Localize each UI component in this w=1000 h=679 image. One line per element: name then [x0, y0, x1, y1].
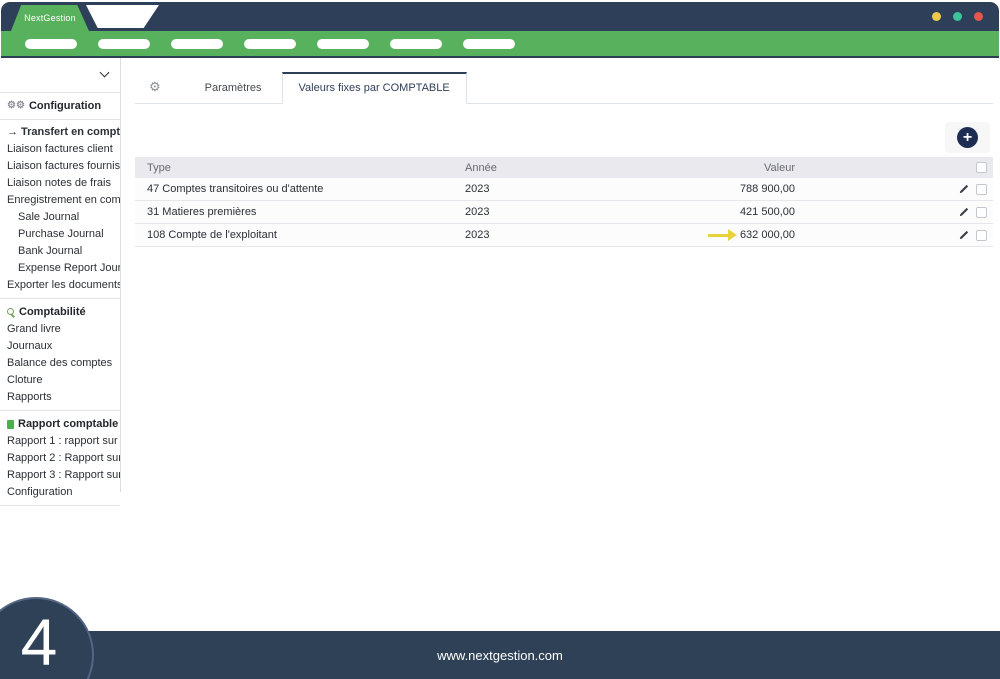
sidebar-item-purchase-journal[interactable]: Purchase Journal	[0, 226, 120, 243]
cell-valeur: 421 500,00	[665, 206, 795, 218]
nav-pill[interactable]	[25, 39, 77, 49]
table-row: 47 Comptes transitoires ou d'attente2023…	[135, 178, 993, 201]
add-button-area: +	[945, 122, 990, 153]
sidebar-section-configuration: ⚙⚙ Configuration	[0, 97, 120, 115]
footer-bar: www.nextgestion.com	[0, 631, 1000, 679]
sidebar: ⚙⚙Configuration→Transfert en compta...Li…	[0, 58, 121, 492]
title-bar: NextGestion	[1, 2, 999, 31]
sidebar-item-configuration[interactable]: Configuration	[0, 484, 120, 501]
maximize-dot[interactable]	[953, 12, 962, 21]
nav-pill[interactable]	[171, 39, 223, 49]
sidebar-section-label: Comptabilité	[19, 306, 86, 318]
sidebar-item-rapports[interactable]: Rapports	[0, 389, 120, 406]
gear-icon[interactable]: ⚙	[135, 79, 185, 103]
cell-annee: 2023	[465, 183, 665, 195]
document-icon	[7, 420, 14, 429]
toolbar: +	[135, 122, 993, 153]
sidebar-section-rapport-comptable: Rapport comptable	[0, 415, 120, 433]
gears-icon: ⚙⚙	[7, 101, 25, 111]
column-header-valeur: Valeur	[665, 162, 795, 174]
cell-valeur: 632 000,00	[665, 229, 795, 241]
table-header: Type Année Valeur	[135, 157, 993, 178]
divider	[0, 119, 120, 120]
sidebar-item-transfert-en-compta[interactable]: →Transfert en compta...	[0, 124, 120, 141]
page-number-badge: 4	[0, 597, 94, 679]
tab-valeurs-fixes[interactable]: Valeurs fixes par COMPTABLE	[282, 72, 467, 104]
sidebar-section-comptabilit-: Comptabilité	[0, 303, 120, 321]
cell-actions	[795, 207, 993, 218]
values-table: Type Année Valeur 47 Comptes transitoire…	[135, 157, 993, 247]
tab-strip: ⚙ Paramètres Valeurs fixes par COMPTABLE	[135, 68, 993, 104]
sidebar-item-liaison-factures-fournisseur[interactable]: Liaison factures fournisseur	[0, 158, 120, 175]
sidebar-item-balance-des-comptes[interactable]: Balance des comptes	[0, 355, 120, 372]
close-dot[interactable]	[974, 12, 983, 21]
sidebar-menu: ⚙⚙Configuration→Transfert en compta...Li…	[0, 97, 120, 506]
sidebar-item-bank-journal[interactable]: Bank Journal	[0, 243, 120, 260]
nav-pill[interactable]	[244, 39, 296, 49]
arrow-right-icon: →	[7, 126, 18, 138]
divider	[0, 410, 120, 411]
sidebar-item-sale-journal[interactable]: Sale Journal	[0, 209, 120, 226]
select-all-checkbox[interactable]	[976, 162, 987, 173]
sidebar-item-rapport-3-rapport-sur-l[interactable]: Rapport 3 : Rapport sur l...	[0, 467, 120, 484]
cell-type: 31 Matieres premières	[135, 206, 465, 218]
sidebar-collapse	[0, 62, 120, 88]
secondary-tab-shape	[86, 5, 159, 28]
brand-label: NextGestion	[24, 13, 76, 23]
row-checkbox[interactable]	[976, 184, 987, 195]
divider	[0, 505, 120, 506]
minimize-dot[interactable]	[932, 12, 941, 21]
sidebar-item-rapport-2-rapport-sur-l[interactable]: Rapport 2 : Rapport sur l...	[0, 450, 120, 467]
sidebar-item-exporter-les-documents-s[interactable]: Exporter les documents s...	[0, 277, 120, 294]
column-header-annee: Année	[465, 162, 665, 174]
page-number: 4	[21, 604, 58, 679]
nav-pill[interactable]	[317, 39, 369, 49]
nav-pill[interactable]	[463, 39, 515, 49]
highlight-arrow-icon	[708, 234, 728, 237]
nav-pill[interactable]	[390, 39, 442, 49]
cell-annee: 2023	[465, 229, 665, 241]
cell-annee: 2023	[465, 206, 665, 218]
tab-parametres[interactable]: Paramètres	[185, 73, 282, 103]
sidebar-item-enregistrement-en-compt[interactable]: Enregistrement en compt...	[0, 192, 120, 209]
column-header-type: Type	[135, 162, 465, 174]
sidebar-item-grand-livre[interactable]: Grand livre	[0, 321, 120, 338]
cell-actions	[795, 184, 993, 195]
add-button[interactable]: +	[957, 127, 978, 148]
cell-actions	[795, 230, 993, 241]
row-checkbox[interactable]	[976, 230, 987, 241]
table-body: 47 Comptes transitoires ou d'attente2023…	[135, 178, 993, 247]
chevron-down-icon[interactable]	[100, 68, 110, 78]
traffic-lights	[932, 12, 983, 21]
cell-valeur: 788 900,00	[665, 183, 795, 195]
sidebar-item-journaux[interactable]: Journaux	[0, 338, 120, 355]
main-navbar	[1, 31, 999, 58]
edit-icon[interactable]	[958, 230, 969, 241]
brand-tab[interactable]: NextGestion	[11, 5, 89, 31]
app-window: NextGestion ⚙⚙ Configuration →Transfert en…	[0, 0, 1000, 679]
magnifier-icon	[7, 308, 15, 316]
row-checkbox[interactable]	[976, 207, 987, 218]
sidebar-section-label: Configuration	[29, 100, 101, 112]
main-content: ⚙ Paramètres Valeurs fixes par COMPTABLE…	[135, 68, 993, 247]
sidebar-section-label: Rapport comptable	[18, 418, 118, 430]
table-row: 31 Matieres premières2023421 500,00	[135, 201, 993, 224]
divider	[0, 92, 120, 93]
sidebar-item-liaison-notes-de-frais[interactable]: Liaison notes de frais	[0, 175, 120, 192]
cell-type: 108 Compte de l'exploitant	[135, 229, 465, 241]
cell-type: 47 Comptes transitoires ou d'attente	[135, 183, 465, 195]
sidebar-item-cloture[interactable]: Cloture	[0, 372, 120, 389]
sidebar-item-expense-report-journal[interactable]: Expense Report Journal	[0, 260, 120, 277]
edit-icon[interactable]	[958, 207, 969, 218]
footer-url: www.nextgestion.com	[437, 648, 563, 663]
edit-icon[interactable]	[958, 184, 969, 195]
divider	[0, 298, 120, 299]
table-row: 108 Compte de l'exploitant2023632 000,00	[135, 224, 993, 247]
sidebar-item-liaison-factures-client[interactable]: Liaison factures client	[0, 141, 120, 158]
nav-pill[interactable]	[98, 39, 150, 49]
sidebar-item-rapport-1-rapport-sur-le[interactable]: Rapport 1 : rapport sur le...	[0, 433, 120, 450]
